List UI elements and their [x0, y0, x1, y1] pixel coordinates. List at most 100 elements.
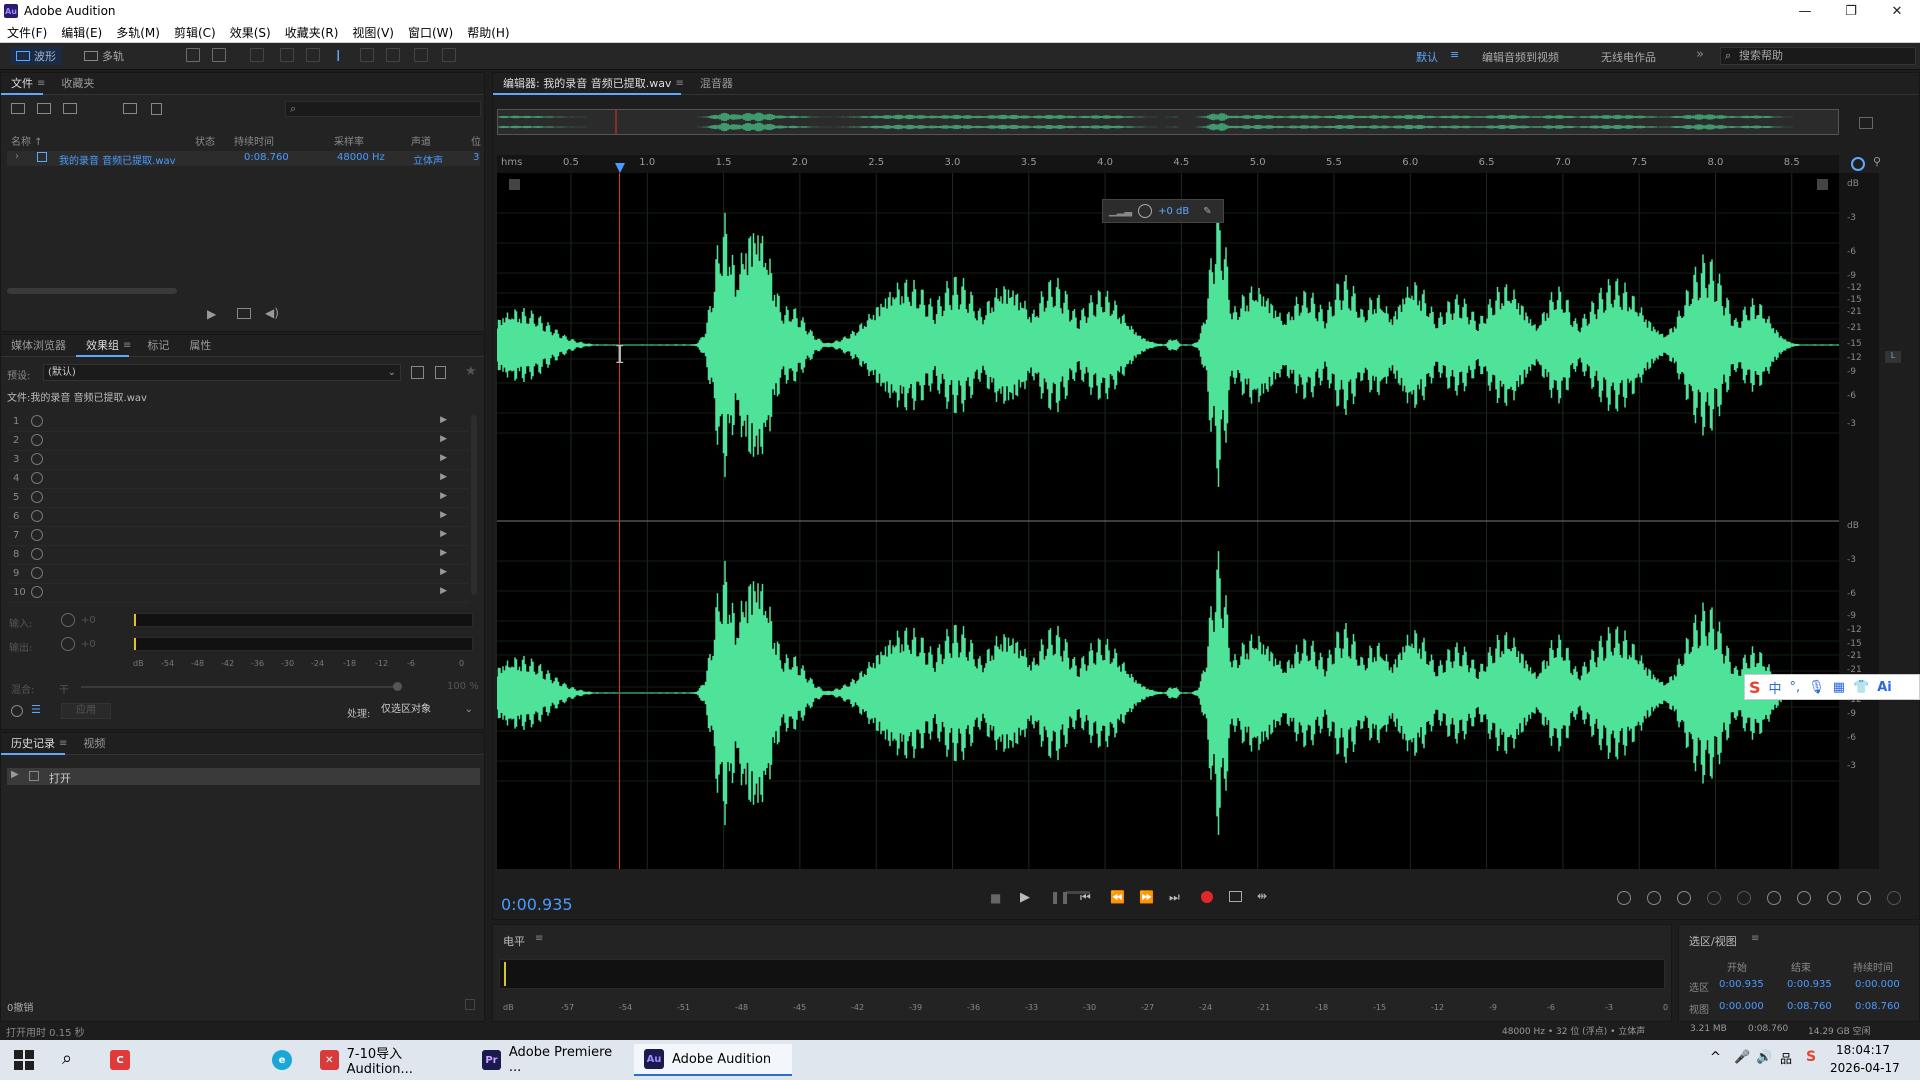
more-workspaces-icon[interactable]: » — [1696, 47, 1704, 62]
maximize-button[interactable]: ❐ — [1828, 0, 1874, 22]
microphone-icon[interactable]: 🎙 — [1808, 680, 1825, 695]
hud-pin-icon[interactable]: ✎ — [1203, 206, 1211, 217]
zoom-in-time-icon[interactable] — [1677, 891, 1691, 905]
taskbar-task-premiere[interactable]: Pr Adobe Premiere ... — [472, 1044, 632, 1076]
menu-effects[interactable]: 效果(S) — [223, 24, 278, 41]
column-sample-rate[interactable]: 采样率 — [334, 133, 364, 148]
panel-menu-icon[interactable]: ≡ — [1751, 933, 1759, 944]
history-delete-icon[interactable] — [465, 999, 475, 1010]
slot-arrow-icon[interactable]: ▶ — [440, 548, 447, 558]
menu-edit[interactable]: 编辑(E) — [54, 24, 109, 41]
power-icon[interactable] — [31, 510, 43, 522]
tab-history[interactable]: 历史记录 — [1, 733, 65, 755]
spectral-pitch-icon[interactable] — [212, 48, 226, 62]
clock-date[interactable]: 2026-04-17 — [1830, 1061, 1900, 1075]
slot-arrow-icon[interactable]: ▶ — [440, 415, 447, 425]
keyboard-icon[interactable]: ▦ — [1833, 680, 1845, 695]
effect-slot[interactable]: 10 ▶ — [7, 584, 469, 603]
slot-arrow-icon[interactable]: ▶ — [440, 472, 447, 482]
preset-dropdown[interactable]: (默认) ⌄ — [43, 364, 401, 381]
ime-toolbar[interactable]: S 中 °, 🎙 ▦ 👕 Ai — [1744, 674, 1920, 700]
ai-icon[interactable]: Ai — [1877, 680, 1892, 695]
pin-icon[interactable]: ⚲ — [1873, 155, 1881, 168]
files-search-input[interactable]: ⌕ — [285, 101, 481, 117]
sogou-tray-icon[interactable]: S — [1806, 1049, 1816, 1065]
zoom-reset-icon[interactable] — [1857, 891, 1871, 905]
slot-arrow-icon[interactable]: ▶ — [440, 586, 447, 596]
power-icon[interactable] — [31, 472, 43, 484]
panel-menu-icon[interactable]: ≡ — [535, 933, 543, 944]
slots-scrollbar[interactable] — [471, 415, 477, 595]
menu-multitrack[interactable]: 多轨(M) — [109, 24, 167, 41]
auto-play-icon[interactable]: ◀) — [265, 306, 279, 320]
stop-icon[interactable]: ■ — [990, 891, 1001, 905]
workspace-radio[interactable]: 无线电作品 — [1601, 49, 1656, 65]
show-hidden-icons[interactable]: ^ — [1710, 1050, 1721, 1065]
zoom-navigator-icon[interactable] — [1851, 157, 1865, 171]
view-end[interactable]: 0:08.760 — [1787, 1001, 1832, 1012]
search-help-input[interactable]: ⌕ 搜索帮助 — [1720, 47, 1916, 65]
expand-icon[interactable]: › — [15, 151, 19, 162]
slot-arrow-icon[interactable]: ▶ — [440, 567, 447, 577]
ime-mode-label[interactable]: 中 — [1769, 678, 1782, 697]
menu-clip[interactable]: 剪辑(C) — [167, 24, 223, 41]
punctuation-icon[interactable]: °, — [1790, 680, 1801, 695]
zoom-in-at-end-icon[interactable] — [1797, 891, 1811, 905]
workspace-default[interactable]: 默认 — [1416, 49, 1438, 65]
effect-slot[interactable]: 6 ▶ — [7, 508, 469, 527]
current-time-display[interactable]: 0:00.935 — [501, 895, 573, 914]
effect-slot[interactable]: 4 ▶ — [7, 470, 469, 489]
spot-healing-icon[interactable] — [442, 48, 456, 62]
delete-preset-icon[interactable] — [435, 366, 446, 379]
gain-knob[interactable] — [1138, 204, 1153, 218]
taskbar-task-audition[interactable]: Au Adobe Audition — [634, 1044, 792, 1076]
view-duration[interactable]: 0:08.760 — [1855, 1001, 1900, 1012]
time-selection-tool-icon[interactable]: I — [336, 47, 340, 65]
effect-slot[interactable]: 1 ▶ — [7, 413, 469, 432]
time-ruler[interactable]: hms 0.5 1.0 1.5 2.0 2.5 3.0 3.5 4.0 4.5 5.0 5.5 6.0… — [497, 155, 1839, 173]
tab-mixer[interactable]: 混音器 — [690, 73, 743, 95]
zoom-in-amplitude-icon[interactable] — [1617, 891, 1631, 905]
lasso-tool-icon[interactable] — [386, 48, 400, 62]
channel-toggle-left[interactable] — [509, 179, 520, 190]
slot-arrow-icon[interactable]: ▶ — [440, 434, 447, 444]
effect-slot[interactable]: 2 ▶ — [7, 432, 469, 451]
skin-icon[interactable]: 👕 — [1853, 680, 1869, 695]
move-to-end-icon[interactable]: ⏭ — [1169, 890, 1180, 905]
slot-arrow-icon[interactable]: ▶ — [440, 529, 447, 539]
selection-end[interactable]: 0:00.935 — [1787, 979, 1832, 990]
zoom-extra-icon[interactable] — [1887, 891, 1901, 905]
menu-help[interactable]: 帮助(H) — [460, 24, 516, 41]
waveform-display[interactable]: ▁▂▃ +0 dB ✎ I — [497, 173, 1839, 869]
zoom-in-at-start-icon[interactable] — [1767, 891, 1781, 905]
effect-slot[interactable]: 9 ▶ — [7, 565, 469, 584]
loop-preview-icon[interactable] — [237, 308, 251, 319]
new-file-icon[interactable] — [63, 103, 77, 114]
menu-window[interactable]: 窗口(W) — [401, 24, 460, 41]
pause-icon[interactable]: ❚❚ — [1050, 890, 1070, 904]
tab-video[interactable]: 视频 — [73, 733, 115, 755]
record-icon[interactable] — [1201, 891, 1213, 903]
marquee-tool-icon[interactable] — [360, 48, 374, 62]
file-row[interactable]: › 我的录音 音频已提取.wav 0:08.760 48000 Hz 立体声 3 — [7, 151, 480, 167]
effect-slot[interactable]: 5 ▶ — [7, 489, 469, 508]
clock-time[interactable]: 18:04:17 — [1836, 1043, 1890, 1057]
waveform-overview[interactable] — [497, 109, 1839, 135]
close-button[interactable]: ✕ — [1874, 0, 1920, 22]
tab-effects-rack[interactable]: 效果组 — [76, 335, 129, 357]
effect-slot[interactable]: 8 ▶ — [7, 546, 469, 565]
spectral-frequency-icon[interactable] — [186, 48, 200, 62]
import-file-icon[interactable] — [37, 103, 51, 114]
insert-into-multitrack-icon[interactable] — [123, 103, 137, 114]
zoom-out-time-icon[interactable] — [1707, 891, 1721, 905]
menu-view[interactable]: 视图(V) — [345, 24, 401, 41]
apply-button[interactable]: 应用 — [61, 703, 111, 719]
waveform-view-button[interactable]: 波形 — [10, 47, 62, 65]
play-preview-icon[interactable]: ▶ — [207, 307, 216, 321]
selection-duration[interactable]: 0:00.000 — [1855, 979, 1900, 990]
panel-menu-icon[interactable]: ≡ — [675, 78, 683, 89]
edge-browser-icon[interactable]: e — [272, 1050, 292, 1070]
menu-favorites[interactable]: 收藏夹(R) — [278, 24, 346, 41]
minimize-button[interactable]: — — [1782, 0, 1828, 22]
razor-tool-icon[interactable] — [280, 48, 294, 62]
